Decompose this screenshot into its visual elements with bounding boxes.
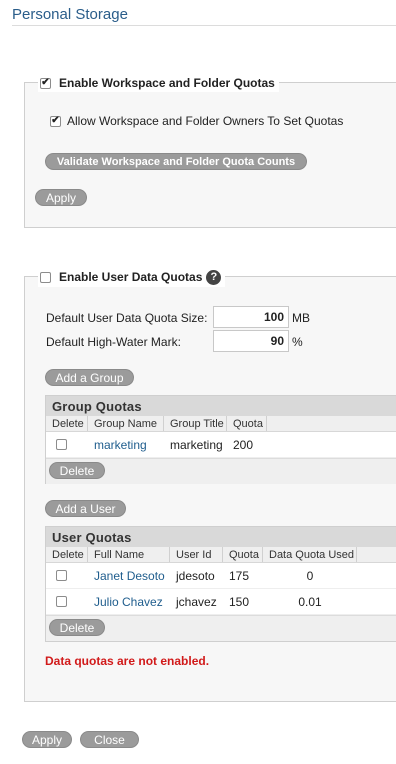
apply-button[interactable]: Apply [22,731,72,748]
user-quotas-legend: Enable User Data Quotas ? [38,267,226,287]
add-user-button[interactable]: Add a User [45,500,126,517]
quota-cell: 150 [229,594,250,609]
close-button[interactable]: Close [80,731,139,748]
user-quotas-panel: User Quotas Delete Full Name User Id Quo… [45,526,396,642]
error-message: Data quotas are not enabled. [45,654,210,668]
workspace-quotas-legend: Enable Workspace and Folder Quotas [38,74,279,92]
column-header[interactable]: Group Title [164,416,227,431]
high-water-input[interactable]: 90 [213,330,289,352]
allow-owners-row: Allow Workspace and Folder Owners To Set… [50,114,343,128]
row-select-checkbox[interactable] [56,596,67,607]
user-quotas-title: User Quotas [46,527,396,547]
quota-used-cell: 0 [306,568,314,583]
default-size-label: Default User Data Quota Size: [46,311,208,325]
delete-groups-button[interactable]: Delete [49,462,105,479]
help-icon[interactable]: ? [206,269,222,285]
group-quotas-panel: Group Quotas Delete Group Name Group Tit… [45,395,396,484]
enable-workspace-quotas-label: Enable Workspace and Folder Quotas [59,76,275,90]
workspace-apply-button[interactable]: Apply [35,189,87,206]
group-title-cell: marketing [170,437,223,452]
enable-user-quotas-checkbox[interactable] [40,271,51,283]
default-size-input[interactable]: 100 [213,306,289,328]
page-title: Personal Storage [12,6,128,23]
table-row: Janet Desoto jdesoto 175 0 [46,563,396,589]
column-header[interactable]: Data Quota Used [263,547,357,562]
default-size-unit: MB [292,311,310,325]
user-quotas-header: Delete Full Name User Id Quota Data Quot… [46,547,396,563]
high-water-label: Default High-Water Mark: [46,335,181,349]
column-header[interactable]: Delete [46,547,88,562]
column-header[interactable]: Delete [46,416,88,431]
quota-cell: 200 [233,437,254,452]
user-id-cell: jdesoto [176,568,215,583]
full-name-link[interactable]: Julio Chavez [88,595,170,609]
column-header[interactable]: Full Name [88,547,170,562]
add-group-button[interactable]: Add a Group [45,369,134,386]
group-quotas-header: Delete Group Name Group Title Quota [46,416,396,432]
enable-user-quotas-label: Enable User Data Quotas [59,270,203,284]
validate-quota-counts-button[interactable]: Validate Workspace and Folder Quota Coun… [45,153,307,170]
delete-users-button[interactable]: Delete [49,619,105,636]
group-name-link[interactable]: marketing [88,438,164,452]
column-header[interactable]: Group Name [88,416,164,431]
column-header[interactable]: Quota [223,547,263,562]
table-row: Julio Chavez jchavez 150 0.01 [46,589,396,615]
group-quotas-title: Group Quotas [46,396,396,416]
title-divider [12,25,396,26]
group-quotas-footer: Delete [46,458,396,484]
allow-owners-label: Allow Workspace and Folder Owners To Set… [67,114,344,128]
full-name-link[interactable]: Janet Desoto [88,569,170,583]
column-header[interactable]: User Id [170,547,223,562]
user-quotas-footer: Delete [46,615,396,641]
workspace-quotas-section: Enable Workspace and Folder Quotas Allow… [24,74,396,228]
quota-used-cell: 0.01 [298,594,322,609]
table-row: marketing marketing 200 [46,432,396,458]
row-select-checkbox[interactable] [56,570,67,581]
user-id-cell: jchavez [176,594,217,609]
enable-workspace-quotas-checkbox[interactable] [40,77,51,89]
quota-cell: 175 [229,568,250,583]
high-water-unit: % [292,335,303,349]
allow-owners-checkbox[interactable] [50,115,61,127]
row-select-checkbox[interactable] [56,439,67,450]
column-header[interactable]: Quota [227,416,267,431]
